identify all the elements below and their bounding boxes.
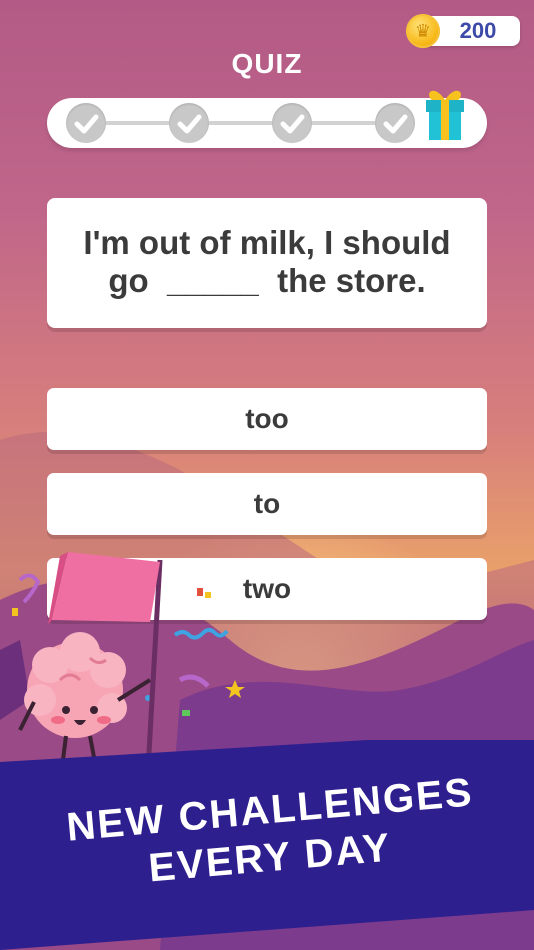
gift-box-icon[interactable] (422, 82, 468, 144)
checkmark-icon (375, 103, 415, 143)
progress-track (85, 121, 415, 125)
coin-count: 200 (459, 18, 497, 43)
answer-option-too[interactable]: too (47, 388, 487, 450)
checkmark-icon (66, 103, 106, 143)
checkmark-icon (169, 103, 209, 143)
crown-coin-icon: ♛ (406, 14, 440, 48)
question-line-1: I'm out of milk, I should (83, 224, 451, 261)
checkmark-icon (272, 103, 312, 143)
answer-option-to[interactable]: to (47, 473, 487, 535)
question-line-2: go _____ the store. (108, 262, 426, 299)
page-title: QUIZ (231, 48, 303, 79)
question-text: I'm out of milk, I should go _____ the s… (57, 224, 477, 300)
